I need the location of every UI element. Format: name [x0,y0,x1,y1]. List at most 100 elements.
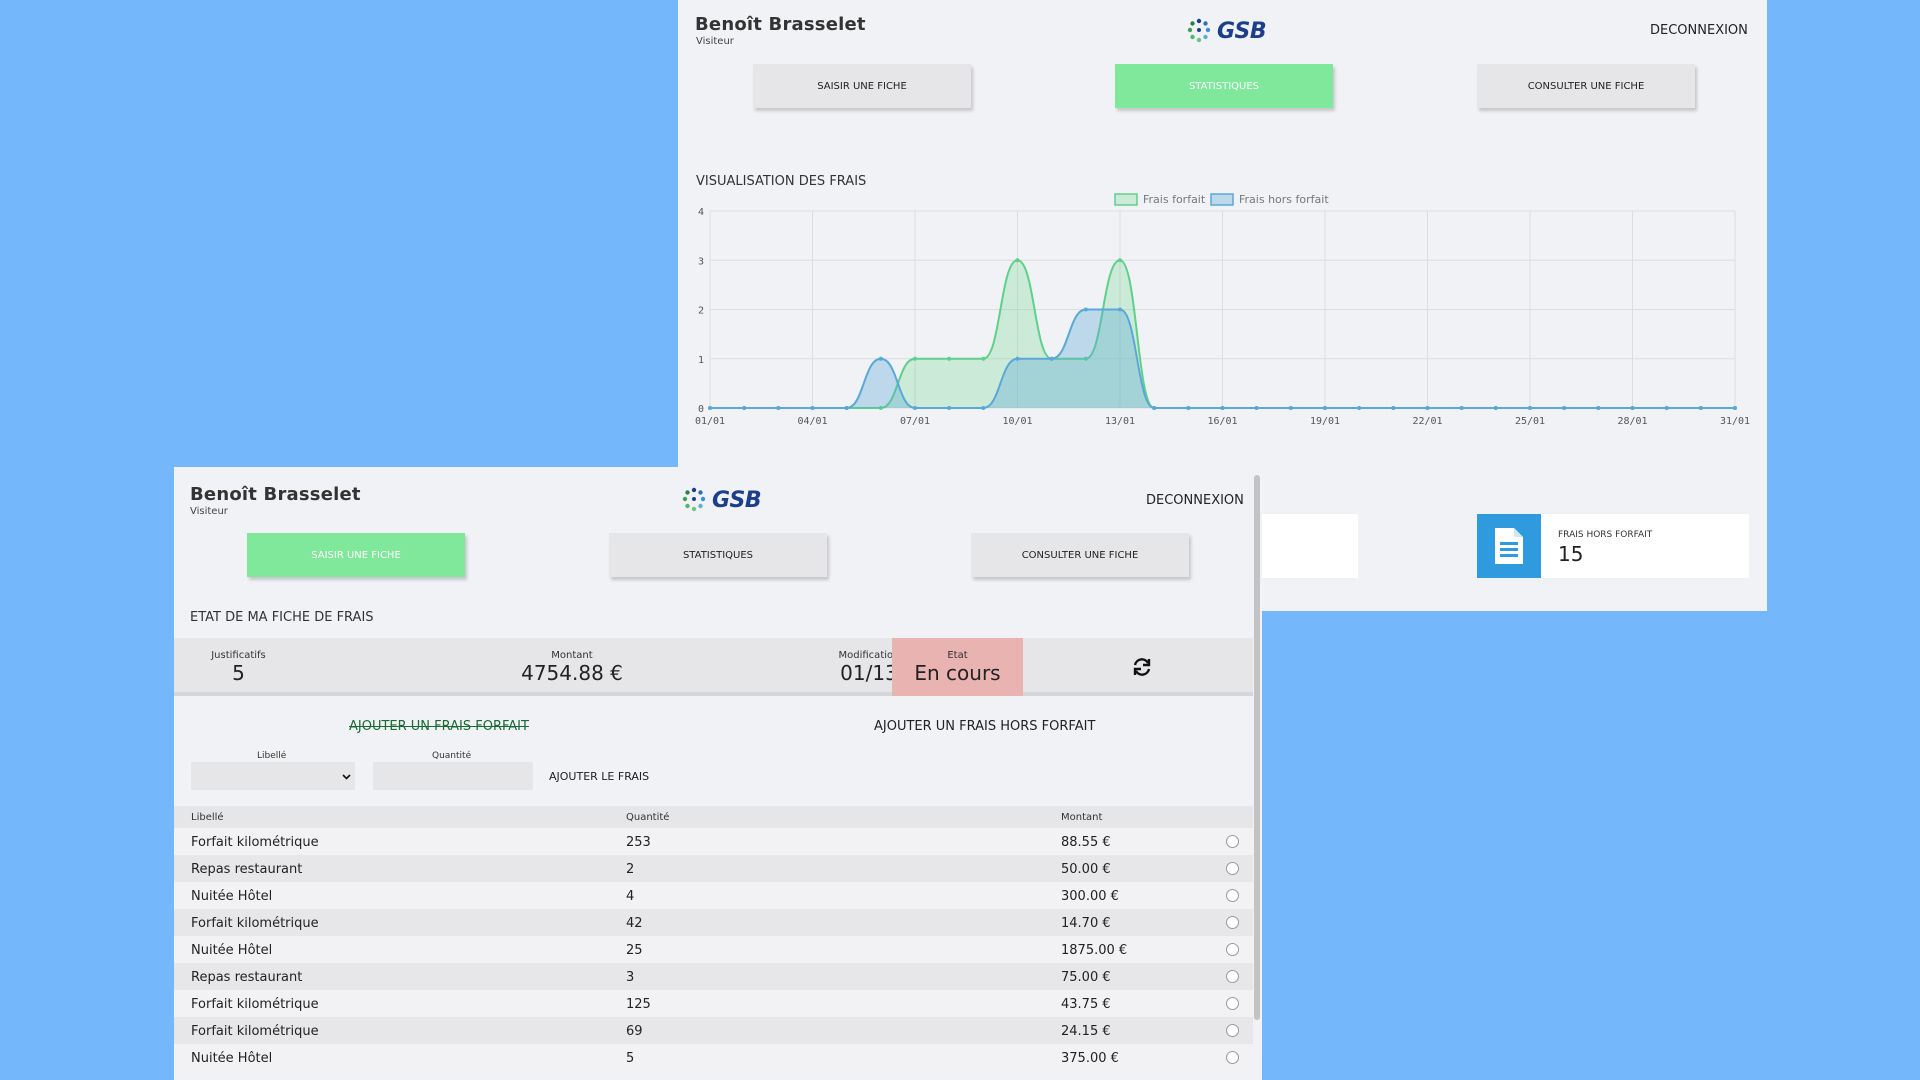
x-tick-label: 07/01 [900,416,930,427]
gsb-logo-icon [682,487,706,512]
cell-montant: 24.15 € [1061,1024,1111,1039]
chevron-down-icon [342,773,351,780]
data-point [1630,406,1635,410]
tab-frais-forfait[interactable]: AJOUTER UN FRAIS FORFAIT [349,719,529,734]
header-quantite: Quantité [626,812,670,823]
data-point [1049,356,1054,361]
table-row: Forfait kilométrique 125 43.75 € [174,990,1253,1017]
data-point [1357,406,1362,410]
data-point [1015,258,1020,263]
row-select-radio[interactable] [1226,970,1239,983]
cell-quantite: 25 [626,943,643,958]
frais-table-header: Libellé Quantité Montant [174,806,1253,828]
cell-montant: 300.00 € [1061,889,1119,904]
cell-quantite: 5 [626,1051,635,1066]
justificatifs-label: Justificatifs [211,650,266,661]
row-select-radio[interactable] [1226,916,1239,929]
header-libelle: Libellé [191,812,224,823]
cell-montant: 75.00 € [1061,970,1111,985]
data-point [1288,406,1293,410]
libelle-select[interactable] [191,762,355,790]
stat-card-hors-forfait: FRAIS HORS FORFAIT 15 [1477,514,1749,578]
scrollbar[interactable] [1253,467,1262,1080]
row-select-radio[interactable] [1226,997,1239,1010]
data-point [1152,406,1157,410]
data-point [1698,406,1703,410]
y-tick-label: 0 [698,404,704,415]
x-tick-label: 25/01 [1515,416,1545,427]
x-tick-label: 16/01 [1207,416,1237,427]
data-point [1562,406,1567,410]
nav-consulter-fiche[interactable]: CONSULTER UNE FICHE [971,533,1189,577]
cell-libelle: Forfait kilométrique [191,835,319,850]
cell-libelle: Nuitée Hôtel [191,943,273,958]
data-point [981,406,986,410]
x-tick-label: 28/01 [1617,416,1647,427]
table-row: Forfait kilométrique 42 14.70 € [174,909,1253,936]
row-select-radio[interactable] [1226,835,1239,848]
gsb-logo: GSB [679,487,762,513]
logout-link[interactable]: DECONNEXION [1146,493,1244,508]
header-montant: Montant [1061,812,1103,823]
legend-swatch [1114,193,1138,206]
x-tick-label: 19/01 [1310,416,1340,427]
nav-statistiques[interactable]: STATISTIQUES [609,533,827,577]
cell-quantite: 3 [626,970,635,985]
data-point [742,406,747,410]
summary-etat: Etat En cours [892,638,1023,696]
data-point [1528,406,1532,410]
card-label: FRAIS HORS FORFAIT [1558,530,1653,540]
data-point [1083,307,1088,312]
user-role: Visiteur [190,506,228,517]
data-point [913,406,917,410]
data-point [844,406,849,410]
row-select-radio[interactable] [1226,1051,1239,1064]
cell-quantite: 2 [626,862,635,877]
refresh-button[interactable] [1092,638,1192,696]
cell-libelle: Forfait kilométrique [191,916,319,931]
cell-libelle: Repas restaurant [191,862,303,877]
data-point [1425,406,1430,410]
x-tick-label: 31/01 [1720,416,1750,427]
summary-montant: Montant 4754.88 € [492,638,652,696]
row-select-radio[interactable] [1226,862,1239,875]
cell-quantite: 69 [626,1024,643,1039]
cell-montant: 375.00 € [1061,1051,1119,1066]
data-point [1118,307,1122,312]
data-point [1596,406,1601,410]
row-select-radio[interactable] [1226,1024,1239,1037]
etat-label: Etat [947,650,968,661]
table-row: Nuitée Hôtel 25 1875.00 € [174,936,1253,963]
x-tick-label: 01/01 [695,416,725,427]
document-icon [1477,514,1541,578]
cell-quantite: 4 [626,889,635,904]
frais-table-body: Forfait kilométrique 253 88.55 € Repas rest… [174,828,1253,1071]
table-row: Forfait kilométrique 253 88.55 € [174,828,1253,855]
data-point [1493,406,1498,410]
x-tick-label: 13/01 [1105,416,1135,427]
x-tick-label: 04/01 [797,416,827,427]
cell-montant: 1875.00 € [1061,943,1128,958]
data-point [947,356,952,361]
nav-saisir-fiche[interactable]: SAISIR UNE FICHE [247,533,465,577]
row-select-radio[interactable] [1226,889,1239,902]
scrollbar-thumb[interactable] [1254,475,1260,1020]
montant-value: 4754.88 € [521,661,623,685]
x-tick-label: 10/01 [1002,416,1032,427]
tab-frais-hors-forfait[interactable]: AJOUTER UN FRAIS HORS FORFAIT [874,719,1095,734]
legend-label: Frais forfait [1143,193,1206,206]
data-point [947,406,952,410]
logo-text: GSB [712,487,762,513]
cell-quantite: 253 [626,835,651,850]
etat-value: En cours [914,661,1001,685]
add-frais-button[interactable]: AJOUTER LE FRAIS [549,770,649,783]
libelle-label: Libellé [257,751,287,761]
cell-libelle: Forfait kilométrique [191,997,319,1012]
y-tick-label: 1 [698,355,704,366]
cell-montant: 43.75 € [1061,997,1111,1012]
data-point [1254,406,1259,410]
cell-libelle: Forfait kilométrique [191,1024,319,1039]
row-select-radio[interactable] [1226,943,1239,956]
quantite-input[interactable] [373,762,533,790]
user-name: Benoît Brasselet [190,484,361,505]
